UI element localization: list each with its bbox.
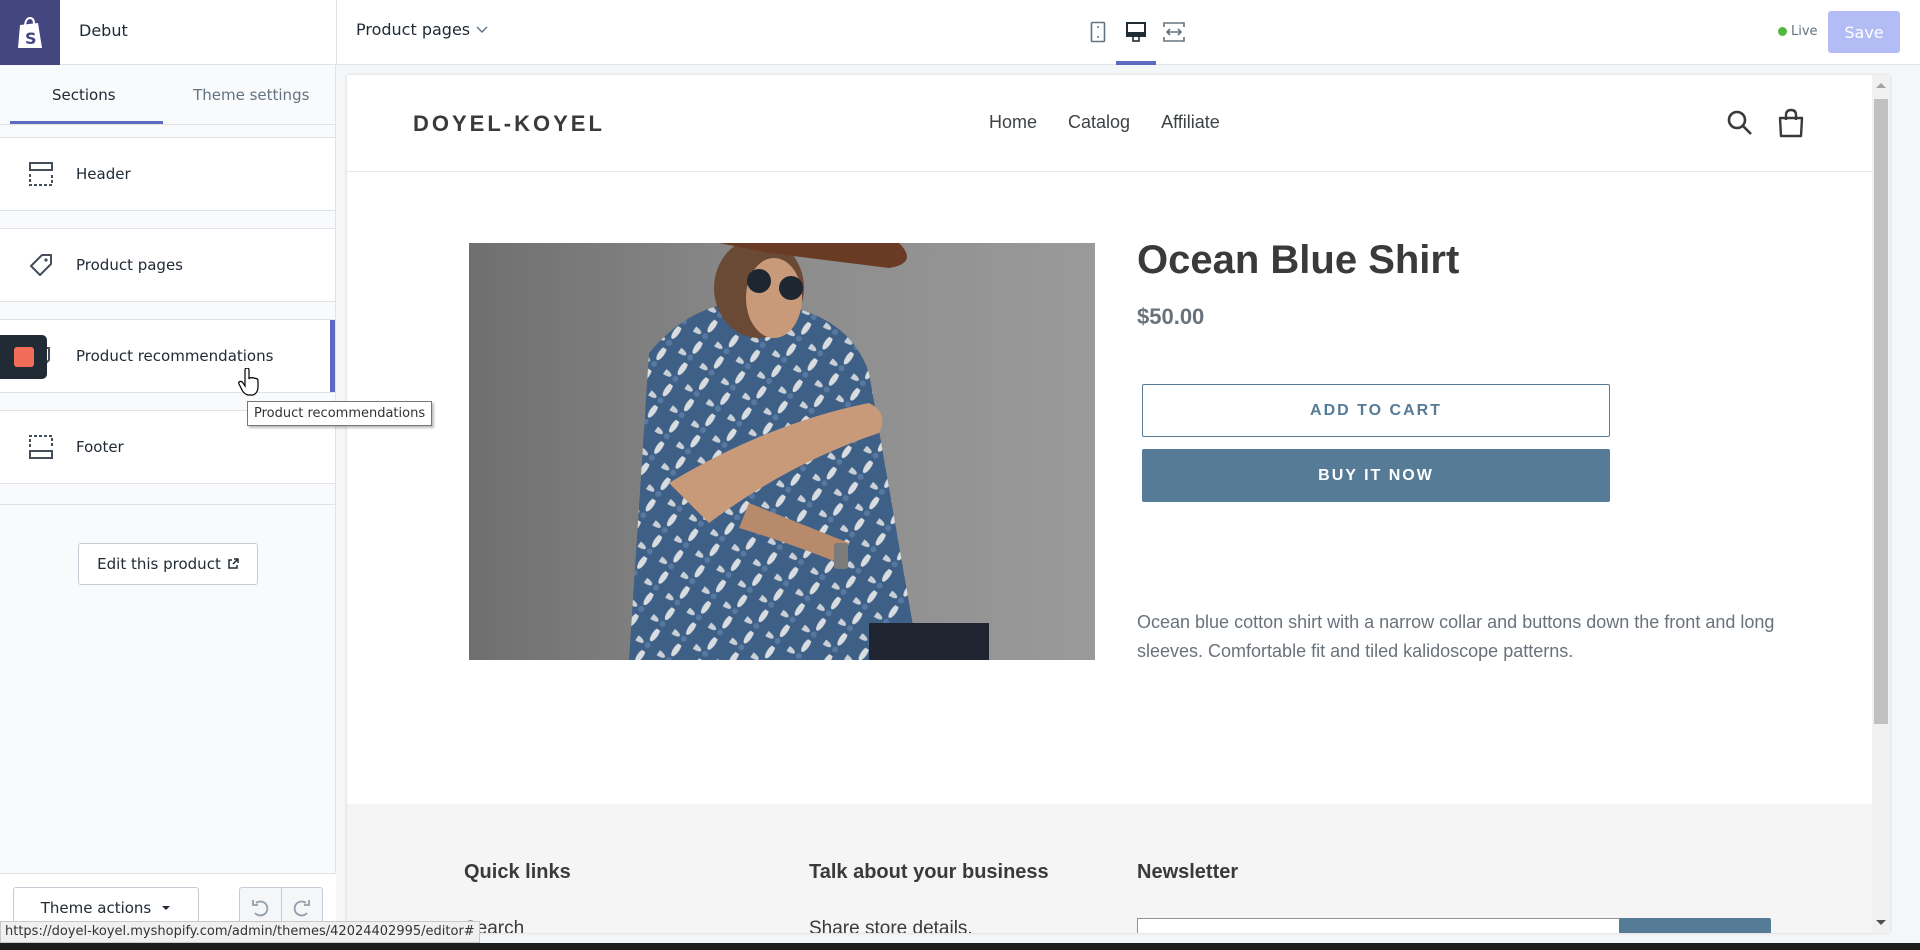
nav-catalog[interactable]: Catalog [1068, 112, 1130, 133]
sidebar-tabs: Sections Theme settings [0, 65, 335, 125]
topbar-divider [336, 0, 337, 65]
theme-name: Debut [79, 21, 128, 40]
footer-heading: Talk about your business [809, 861, 1049, 883]
edit-product-button[interactable]: Edit this product [78, 543, 258, 585]
taskbar-strip [0, 943, 1920, 950]
section-divider [0, 504, 335, 505]
drag-handle[interactable] [0, 335, 47, 379]
product-price: $50.00 [1137, 304, 1205, 329]
nav-home[interactable]: Home [989, 112, 1037, 133]
search-icon [1727, 110, 1752, 135]
store-footer: Quick links Search Talk about your busin… [347, 804, 1872, 933]
section-label: Product recommendations [76, 347, 274, 365]
section-list: Header Product pages Product recommendat… [0, 137, 335, 484]
product-description: Ocean blue cotton shirt with a narrow co… [1137, 612, 1775, 661]
shopify-bag-icon: S [18, 16, 42, 48]
mobile-icon [1090, 21, 1106, 43]
browser-status-url: https://doyel-koyel.myshopify.com/admin/… [0, 921, 480, 943]
expand-width-icon [1163, 22, 1185, 42]
scroll-down-arrow-icon[interactable] [1876, 920, 1886, 925]
tooltip: Product recommendations [247, 401, 433, 426]
svg-text:S: S [25, 29, 37, 48]
add-to-cart-button[interactable]: ADD TO CART [1142, 384, 1610, 437]
page-select-label: Product pages [356, 20, 471, 39]
undo-icon [252, 900, 269, 917]
section-item-header[interactable]: Header [0, 137, 335, 211]
preview-scrollbar[interactable] [1872, 75, 1890, 933]
live-label: Live [1791, 24, 1818, 39]
footer-link-search[interactable]: Search [464, 918, 571, 933]
store-header: DOYEL-KOYEL Home Catalog Affiliate [347, 75, 1872, 172]
product-image[interactable] [469, 243, 1095, 660]
desktop-view-button[interactable] [1116, 18, 1156, 65]
footer-quick-links: Quick links Search [464, 861, 571, 933]
tab-sections[interactable]: Sections [0, 65, 168, 124]
scroll-up-arrow-icon[interactable] [1876, 83, 1886, 88]
buy-it-now-button[interactable]: BUY IT NOW [1142, 449, 1610, 502]
search-button[interactable] [1725, 108, 1755, 142]
desktop-icon [1126, 22, 1146, 42]
theme-preview-frame[interactable]: DOYEL-KOYEL Home Catalog Affiliate Ocean… [347, 75, 1890, 933]
edit-product-label: Edit this product [97, 555, 221, 573]
scroll-thumb[interactable] [1874, 99, 1888, 724]
section-label: Header [76, 165, 131, 183]
caret-down-icon [162, 906, 171, 910]
external-link-icon [228, 558, 239, 569]
footer-newsletter: Newsletter [1137, 861, 1238, 884]
tab-theme-settings[interactable]: Theme settings [168, 65, 336, 124]
save-button[interactable]: Save [1828, 11, 1900, 53]
redo-icon [293, 900, 310, 917]
section-color-swatch [13, 347, 34, 367]
live-status: Live [1778, 24, 1818, 39]
section-item-product-pages[interactable]: Product pages [0, 228, 335, 302]
store-logo[interactable]: DOYEL-KOYEL [413, 111, 605, 137]
newsletter-email-input[interactable] [1137, 918, 1621, 933]
store-nav: Home Catalog Affiliate [989, 112, 1220, 133]
live-dot-icon [1778, 27, 1787, 36]
fullscreen-view-button[interactable] [1162, 18, 1186, 46]
sidebar: Sections Theme settings Header Product p… [0, 65, 336, 950]
chevron-down-icon [476, 25, 488, 33]
footer-business: Talk about your business Share store det… [809, 861, 1049, 933]
section-label: Footer [76, 438, 124, 456]
editor-topbar: S Debut Product pages Live Save [0, 0, 1920, 65]
header-icons [1725, 108, 1805, 142]
footer-heading: Newsletter [1137, 861, 1239, 883]
product-title: Ocean Blue Shirt [1137, 238, 1460, 282]
tag-icon [28, 252, 54, 278]
shopify-logo[interactable]: S [0, 0, 60, 65]
hand-pointer-cursor-icon [238, 368, 259, 396]
footer-layout-icon [28, 434, 54, 460]
header-layout-icon [28, 161, 54, 187]
cart-button[interactable] [1777, 108, 1805, 142]
shopping-bag-icon [1778, 108, 1804, 138]
device-switcher [1086, 18, 1186, 65]
section-item-product-recommendations[interactable]: Product recommendations [0, 319, 335, 393]
footer-heading: Quick links [464, 861, 571, 883]
section-label: Product pages [76, 256, 183, 274]
theme-actions-label: Theme actions [40, 899, 152, 917]
mobile-view-button[interactable] [1086, 18, 1110, 46]
newsletter-subscribe-button[interactable] [1619, 918, 1771, 933]
product-photo [469, 243, 1095, 660]
nav-affiliate[interactable]: Affiliate [1161, 112, 1220, 133]
footer-business-text: Share store details, [809, 918, 973, 933]
page-type-select[interactable]: Product pages [356, 20, 488, 39]
